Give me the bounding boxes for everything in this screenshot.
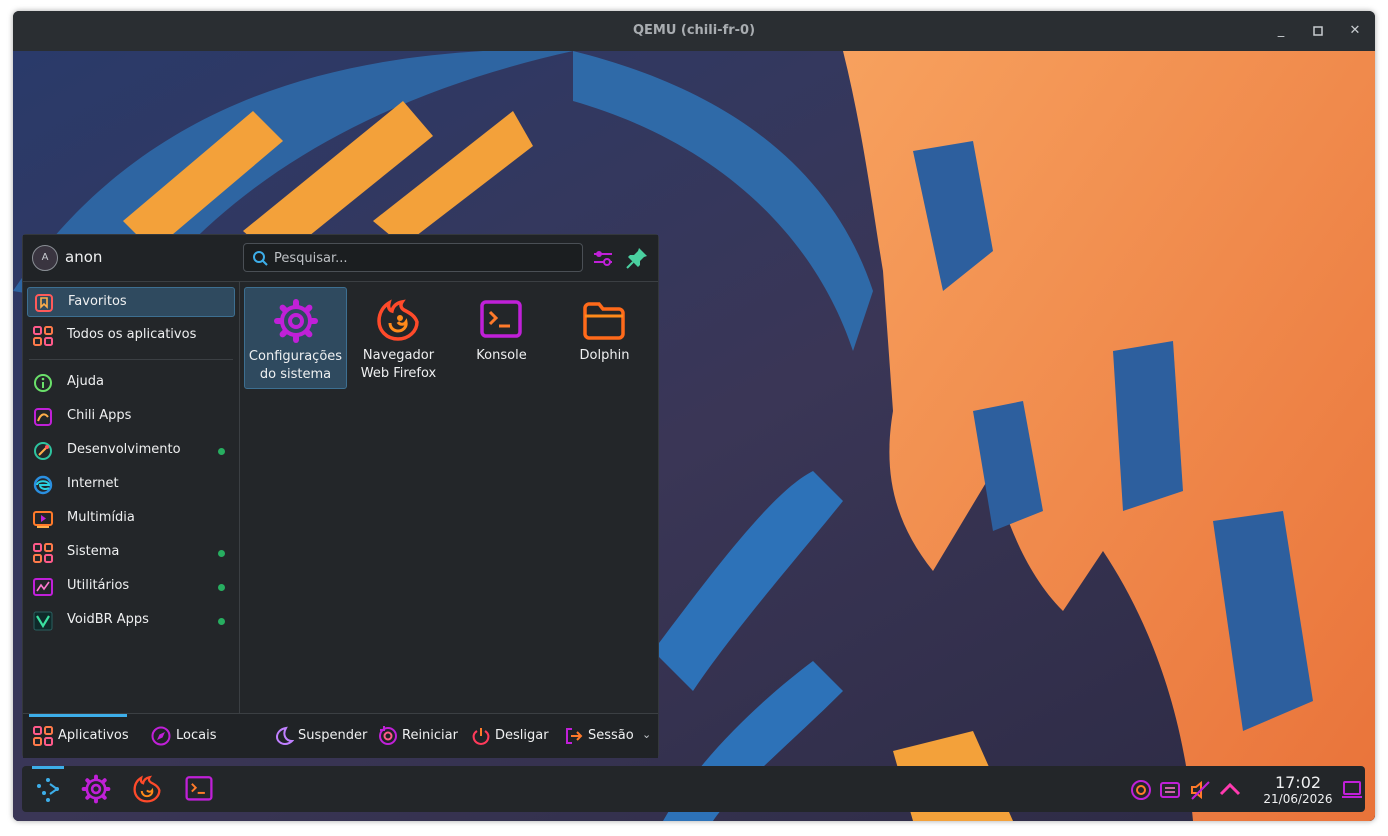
favorite-label: Konsole: [476, 348, 527, 363]
category-label: Chili Apps: [67, 408, 132, 423]
configure-icon[interactable]: [591, 246, 615, 270]
avatar[interactable]: A: [32, 245, 58, 271]
chevron-up-icon[interactable]: [1219, 779, 1241, 801]
category-separator: [29, 359, 233, 360]
category-label: Utilitários: [67, 578, 130, 593]
chili-apps-icon: [34, 408, 52, 426]
clock-date[interactable]: 21/06/2026: [1256, 792, 1340, 806]
desktop[interactable]: A anon Pesquisar... Favoritos Todos os a…: [13, 51, 1375, 821]
category-label: Todos os aplicativos: [67, 327, 197, 342]
favorite-dolphin[interactable]: Dolphin: [553, 287, 656, 389]
favorite-label: Dolphin: [579, 348, 630, 363]
apps-grid-icon: [33, 326, 53, 346]
volume-muted-icon[interactable]: [1189, 779, 1211, 801]
title-bar[interactable]: QEMU (chili-fr-0) _ ✕: [13, 11, 1375, 51]
show-desktop-icon[interactable]: [1341, 779, 1363, 801]
active-launcher-indicator: [32, 766, 64, 769]
development-icon: [34, 442, 52, 460]
favorites-grid: Configurações do sistema Navegador Web Fir…: [240, 281, 658, 713]
settings-gear-icon[interactable]: [81, 774, 111, 804]
folder-icon: [583, 302, 625, 340]
session-menu-button[interactable]: Sessão ⌄: [564, 714, 652, 758]
suspend-label: Suspender: [298, 728, 368, 743]
category-label: VoidBR Apps: [67, 612, 149, 627]
utilities-icon: [33, 578, 53, 596]
close-button[interactable]: ✕: [1344, 20, 1366, 42]
clock-time[interactable]: 17:02: [1256, 773, 1340, 792]
restart-icon: [379, 726, 397, 745]
terminal-icon: [480, 300, 522, 338]
multimedia-icon: [33, 511, 53, 528]
firefox-icon: [377, 299, 419, 341]
tab-label: Locais: [176, 728, 217, 743]
minimize-button[interactable]: _: [1270, 20, 1292, 42]
favorite-configuracoes-do-sistema[interactable]: Configurações do sistema: [244, 287, 347, 389]
category-voidbr-apps[interactable]: VoidBR Apps: [27, 606, 235, 636]
tab-label: Aplicativos: [58, 728, 129, 743]
suspend-button[interactable]: Suspender: [274, 714, 369, 758]
compass-icon: [151, 726, 171, 746]
bookmark-icon: [35, 294, 53, 312]
shutdown-label: Desligar: [495, 728, 549, 743]
restart-label: Reiniciar: [402, 728, 458, 743]
app-launcher-icon[interactable]: [33, 774, 63, 804]
category-chili-apps[interactable]: Chili Apps: [27, 402, 235, 432]
new-items-dot: [218, 584, 225, 591]
new-items-dot: [218, 618, 225, 625]
internet-icon: [33, 475, 53, 495]
category-internet[interactable]: Internet: [27, 470, 235, 500]
search-box[interactable]: [243, 243, 583, 272]
maximize-icon: [1313, 26, 1323, 36]
settings-gear-icon: [274, 299, 318, 343]
category-label: Multimídia: [67, 510, 135, 525]
session-label: Sessão: [588, 728, 634, 743]
power-icon: [472, 728, 490, 746]
window-title: QEMU (chili-fr-0): [632, 23, 756, 38]
pin-icon[interactable]: [625, 246, 649, 270]
favorite-label: Navegador Web Firefox: [360, 348, 437, 381]
qemu-window: QEMU (chili-fr-0) _ ✕ A anon Pesquisar..…: [13, 11, 1375, 821]
restart-button[interactable]: Reiniciar: [378, 714, 463, 758]
launcher-footer: Aplicativos Locais Suspender Reiniciar D…: [23, 713, 658, 758]
favorite-konsole[interactable]: Konsole: [450, 287, 553, 389]
category-ajuda[interactable]: Ajuda: [27, 368, 235, 398]
category-todos-os-aplicativos[interactable]: Todos os aplicativos: [27, 321, 235, 351]
terminal-icon[interactable]: [184, 774, 214, 804]
category-label: Internet: [67, 476, 119, 491]
username: anon: [65, 248, 103, 266]
shutdown-button[interactable]: Desligar: [471, 714, 551, 758]
voidbr-icon: [33, 611, 53, 631]
new-items-dot: [218, 448, 225, 455]
application-launcher: A anon Pesquisar... Favoritos Todos os a…: [22, 234, 659, 758]
taskbar-panel: 17:02 21/06/2026: [22, 766, 1365, 812]
category-multimidia[interactable]: Multimídia: [27, 504, 235, 534]
chevron-down-icon: ⌄: [642, 728, 652, 741]
favorite-navegador-web-firefox[interactable]: Navegador Web Firefox: [347, 287, 450, 389]
help-icon: [34, 374, 52, 392]
category-label: Desenvolvimento: [67, 442, 181, 457]
new-items-dot: [218, 550, 225, 557]
firefox-icon[interactable]: [132, 774, 162, 804]
network-icon[interactable]: [1159, 779, 1181, 801]
category-favoritos[interactable]: Favoritos: [27, 287, 235, 317]
search-input[interactable]: [272, 247, 576, 270]
apps-grid-icon: [33, 726, 53, 746]
launcher-header: A anon: [23, 235, 658, 282]
category-label: Favoritos: [68, 294, 127, 309]
category-label: Ajuda: [67, 374, 104, 389]
category-sidebar: Favoritos Todos os aplicativos Ajuda Chi…: [23, 281, 240, 713]
system-icon: [33, 543, 53, 563]
tab-locais[interactable]: Locais: [147, 714, 227, 758]
logout-icon: [566, 728, 583, 744]
category-label: Sistema: [67, 544, 120, 559]
disk-icon[interactable]: [1130, 779, 1152, 801]
favorite-label: Configurações do sistema: [248, 349, 343, 382]
category-utilitarios[interactable]: Utilitários: [27, 572, 235, 602]
moon-icon: [275, 726, 294, 746]
maximize-button[interactable]: [1307, 20, 1329, 42]
category-desenvolvimento[interactable]: Desenvolvimento: [27, 436, 235, 466]
tab-aplicativos[interactable]: Aplicativos: [29, 714, 129, 758]
search-icon: [253, 251, 268, 266]
category-sistema[interactable]: Sistema: [27, 538, 235, 568]
